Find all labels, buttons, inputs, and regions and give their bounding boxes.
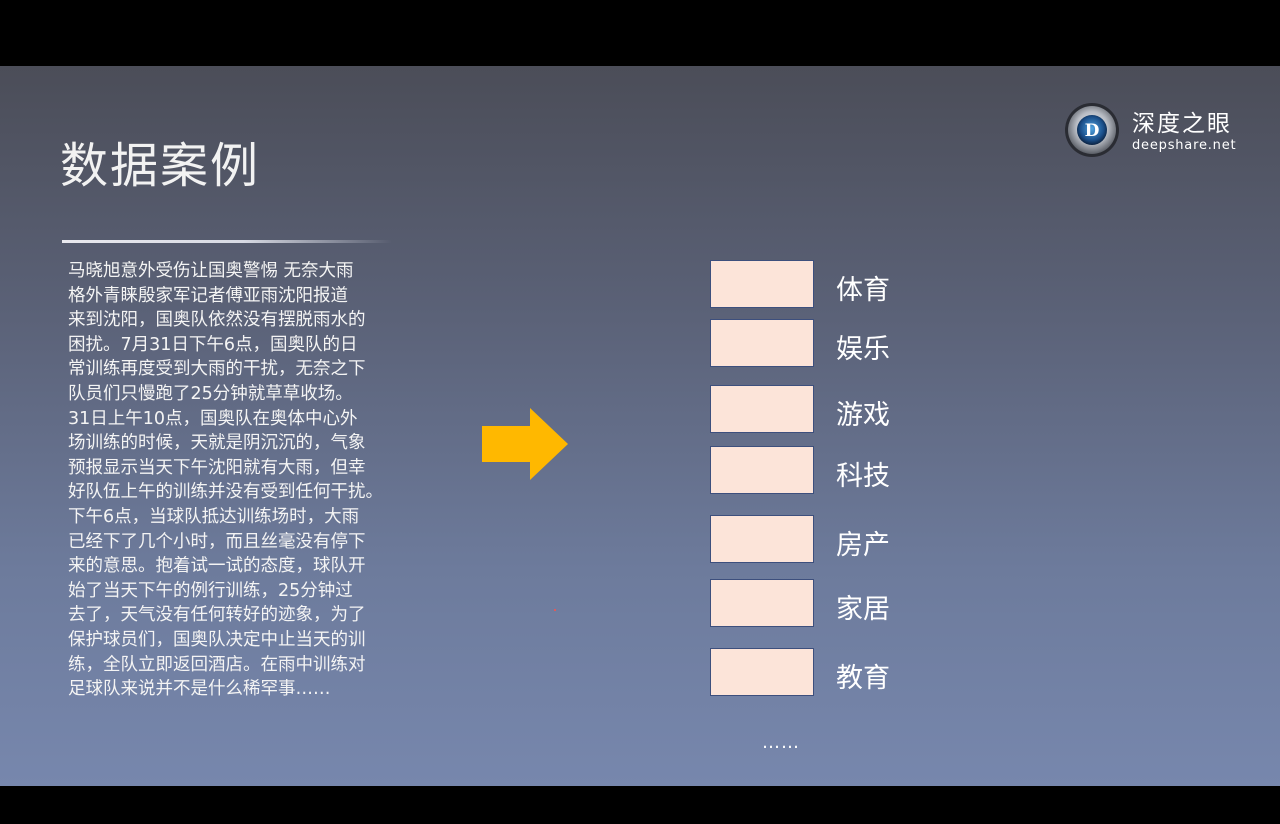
logo-emblem-letter: D <box>1085 121 1100 141</box>
slide-title: 数据案例 <box>60 138 261 194</box>
more-categories-ellipsis: …… <box>762 732 800 753</box>
article-line: 格外青睐殷家军记者傅亚雨沈阳报道 <box>68 285 348 306</box>
category-label: 游戏 <box>836 400 890 431</box>
article-line: 始了当天下午的例行训练，25分钟过 <box>68 580 353 601</box>
category-answer-box <box>710 260 814 308</box>
category-label: 教育 <box>836 663 890 694</box>
article-line: 来到沈阳，国奥队依然没有摆脱雨水的 <box>68 310 366 331</box>
article-line: 困扰。7月31日下午6点，国奥队的日 <box>68 334 358 355</box>
category-row: 娱乐 <box>710 319 930 369</box>
news-article-text: 马晓旭意外受伤让国奥警惕 无奈大雨 格外青睐殷家军记者傅亚雨沈阳报道 来到沈阳，… <box>68 259 440 702</box>
article-line: 马晓旭意外受伤让国奥警惕 无奈大雨 <box>68 261 354 281</box>
article-line: 场训练的时候，天就是阴沉沉的，气象 <box>68 433 366 454</box>
category-label: 娱乐 <box>836 334 890 365</box>
category-label: 体育 <box>836 275 890 306</box>
article-line: 已经下了几个小时，而且丝毫没有停下 <box>68 531 366 552</box>
article-line: 足球队来说并不是什么稀罕事…… <box>68 679 331 700</box>
category-row: 家居 <box>710 579 930 629</box>
article-line: 队员们只慢跑了25分钟就草草收场。 <box>68 383 353 404</box>
category-label: 家居 <box>836 594 890 625</box>
category-answer-box <box>710 446 814 494</box>
category-row: 游戏 <box>710 385 930 435</box>
article-line: 下午6点，当球队抵达训练场时，大雨 <box>68 506 360 527</box>
article-line: 保护球员们，国奥队决定中止当天的训 <box>68 629 366 650</box>
letterbox-bottom <box>0 786 1280 824</box>
category-answer-box <box>710 385 814 433</box>
article-line: 常训练再度受到大雨的干扰，无奈之下 <box>68 359 366 380</box>
category-row: 房产 <box>710 515 930 565</box>
logo-url: deepshare.net <box>1132 138 1237 153</box>
logo-name: 深度之眼 <box>1132 111 1232 137</box>
category-label: 科技 <box>836 461 890 492</box>
eye-logo-icon: D <box>1065 103 1119 157</box>
category-answer-box <box>710 515 814 563</box>
category-row: 体育 <box>710 260 930 310</box>
title-divider <box>62 240 392 243</box>
category-answer-box <box>710 648 814 696</box>
right-arrow-icon <box>482 408 568 480</box>
article-line: 31日上午10点，国奥队在奥体中心外 <box>68 408 358 429</box>
article-line: 预报显示当天下午沈阳就有大雨，但幸 <box>68 457 366 478</box>
category-row: 科技 <box>710 446 930 496</box>
article-line: 练，全队立即返回酒店。在雨中训练对 <box>68 654 366 675</box>
category-answer-box <box>710 319 814 367</box>
deepshare-logo: D 深度之眼 deepshare.net <box>1064 102 1244 160</box>
stray-dot <box>554 609 556 611</box>
article-line: 去了，天气没有任何转好的迹象，为了 <box>68 605 366 626</box>
letterbox-top <box>0 0 1280 66</box>
category-row: 教育 <box>710 648 930 698</box>
slide: 数据案例 D 深度之眼 deepshare.net 马晓旭意外受伤让国奥警惕 无… <box>0 66 1280 786</box>
article-line: 来的意思。抱着试一试的态度，球队开 <box>68 556 366 577</box>
category-answer-box <box>710 579 814 627</box>
category-label: 房产 <box>836 530 890 561</box>
article-line: 好队伍上午的训练并没有受到任何干扰。 <box>68 482 383 503</box>
